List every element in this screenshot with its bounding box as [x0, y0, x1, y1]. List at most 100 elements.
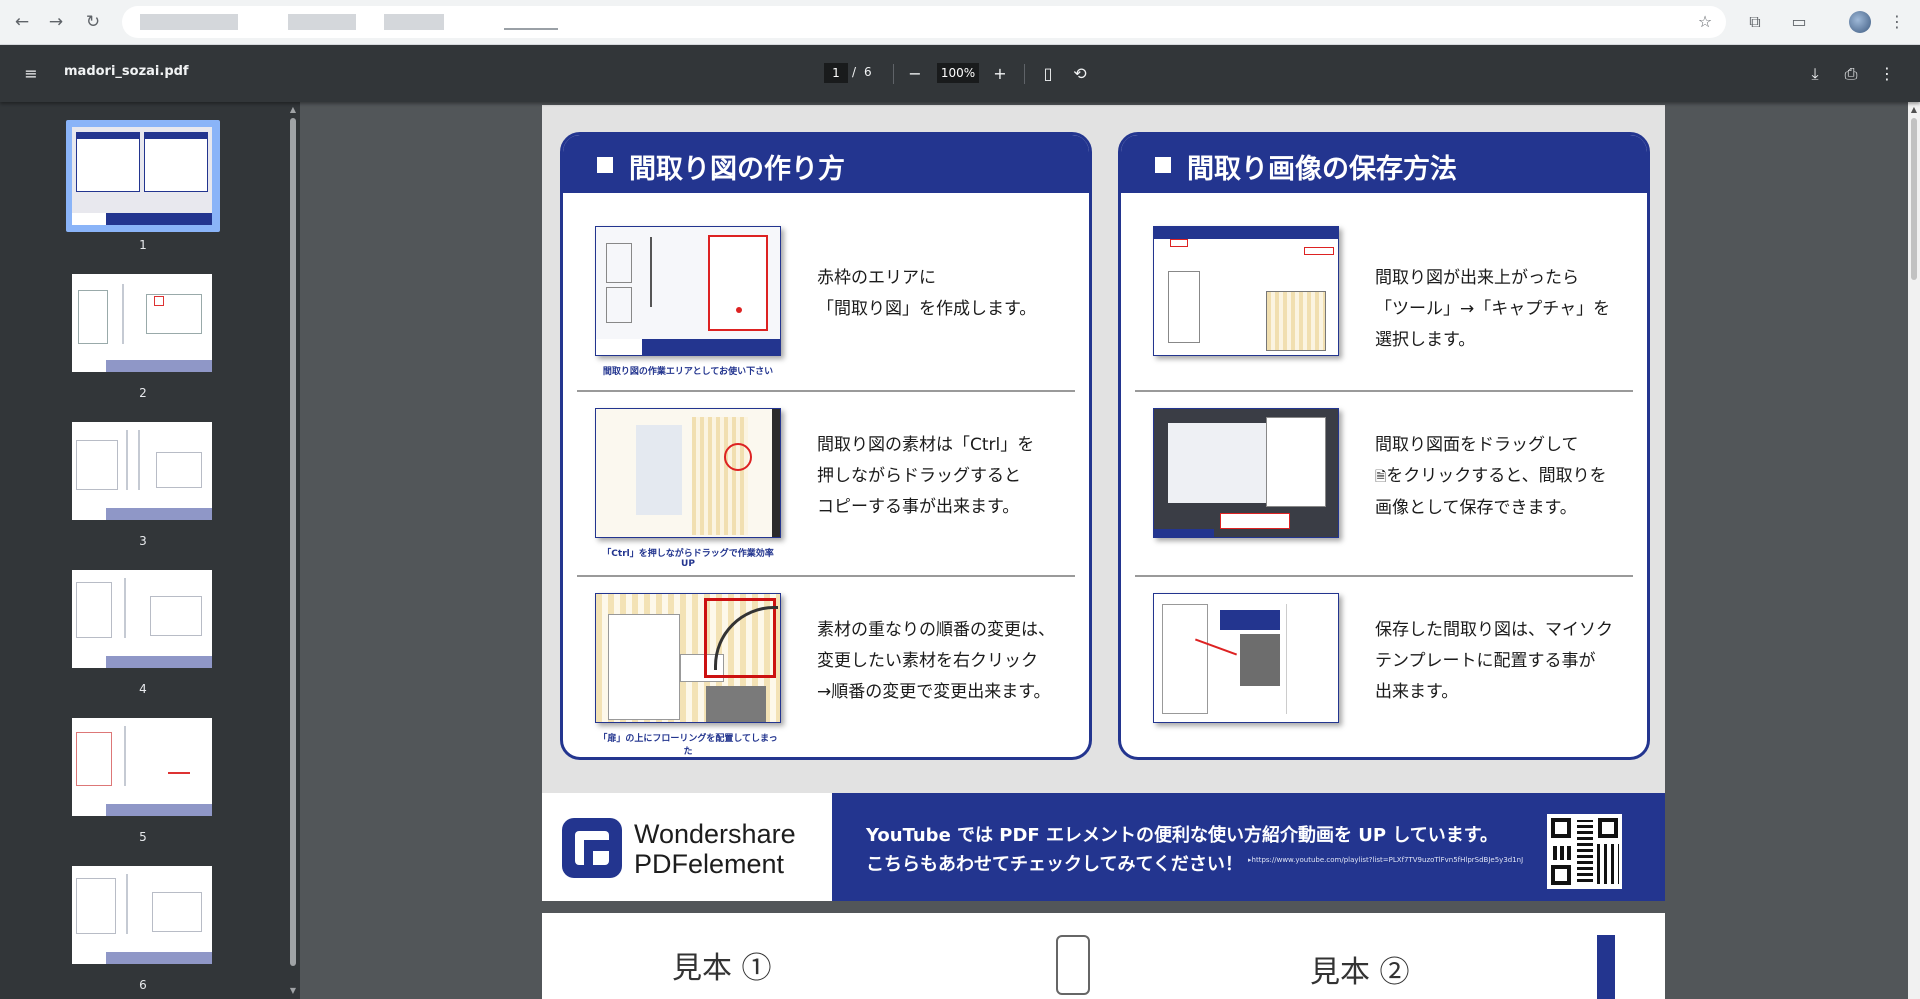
thumbnail-page-4[interactable]: 4	[66, 570, 220, 700]
redacted-url-segment	[140, 14, 238, 30]
step-caption: 「扉」の上にフローリングを配置してしまった	[598, 734, 778, 757]
star-icon[interactable]: ☆	[1692, 9, 1718, 35]
arrow-left-icon[interactable]: ←	[9, 9, 35, 35]
zoom-input[interactable]: 100%	[937, 63, 979, 83]
pdfelement-logo-icon	[562, 818, 622, 878]
sample-heading: 見本 ①	[672, 951, 772, 986]
pdf-toolbar: ≡ madori_sozai.pdf 1 / 6 − 100% + ▯ ⟲ ⤓ …	[0, 45, 1920, 102]
sidebar-scroll-thumb[interactable]	[290, 118, 296, 966]
decorative-bar	[1597, 935, 1615, 999]
more-vert-icon[interactable]: ⋮	[1884, 9, 1910, 35]
text-line: コピーする事が出来ます。	[817, 497, 1020, 517]
thumbnail-image	[72, 866, 212, 964]
thumbnail-page-1[interactable]: 1	[66, 120, 220, 260]
promo-footer: Wondershare PDFelement YouTube では PDF エレ…	[542, 793, 1665, 901]
main-scroll-thumb[interactable]	[1911, 118, 1917, 280]
step-3: 「扉」の上にフローリングを配置してしまった 素材の重なりの順番の変更は、 変更し…	[563, 563, 1089, 757]
text-line: 保存した間取り図は、マイソク	[1375, 620, 1613, 640]
redacted-url-segment	[288, 14, 356, 30]
thumbnail-page-6[interactable]: 6	[66, 866, 220, 996]
step-description: 赤枠のエリアに 「間取り図」を作成します。	[817, 263, 1036, 325]
square-bullet-icon	[597, 157, 613, 173]
thumbnail-image	[72, 718, 212, 816]
redacted-url-segment	[504, 28, 558, 30]
zoom-in-icon[interactable]: +	[987, 61, 1013, 87]
brand-name: Wondershare	[634, 819, 796, 849]
text-line-rest: をクリックすると、間取りを	[1386, 466, 1607, 486]
document-title: madori_sozai.pdf	[64, 64, 189, 79]
thumbnail-page-2[interactable]: 2	[66, 274, 220, 404]
panel-header: 間取り画像の保存方法	[1121, 135, 1647, 193]
step-description: 間取り図面をドラッグして 🗎をクリックすると、間取りを 画像として保存できます。	[1375, 430, 1607, 524]
zoom-out-icon[interactable]: −	[902, 61, 928, 87]
thumbnail-label: 4	[139, 682, 147, 696]
qr-code-icon	[1547, 814, 1622, 889]
print-icon[interactable]: ⎙	[1838, 61, 1864, 87]
text-line: →順番の変更で変更出来ます。	[817, 682, 1051, 702]
pdf-page-1: 間取り図の作り方 間取り図の作業エリアとしてお使い下さい 赤枠のエリアに 「間取…	[542, 105, 1665, 901]
square-bullet-icon	[1155, 157, 1171, 173]
thumbnail-sidebar: 1 2 3 4 5 6 ▲ ▼	[0, 102, 300, 999]
scroll-up-icon[interactable]: ▲	[1908, 104, 1920, 116]
reload-icon[interactable]: ↻	[80, 9, 106, 35]
toolbar-divider	[893, 64, 894, 84]
text-line: 画像として保存できます。	[1375, 498, 1577, 518]
thumbnail-image	[72, 274, 212, 372]
brand-logo-area: Wondershare PDFelement	[542, 793, 832, 901]
text-line: 間取り図面をドラッグして	[1375, 435, 1579, 455]
fixture-drawing	[1056, 935, 1090, 995]
avatar[interactable]	[1849, 11, 1871, 33]
download-icon[interactable]: ⤓	[1802, 61, 1828, 87]
page-number-input[interactable]: 1	[824, 63, 848, 83]
text-line: 素材の重なりの順番の変更は、	[817, 620, 1055, 640]
promo-text: こちらもあわせてチェックしてみてください！	[866, 854, 1243, 875]
step-1: 間取り図の作業エリアとしてお使い下さい 赤枠のエリアに 「間取り図」を作成します…	[563, 196, 1089, 381]
rotate-icon[interactable]: ⟲	[1067, 61, 1093, 87]
cast-icon[interactable]: ▭	[1786, 9, 1812, 35]
thumbnail-image	[72, 422, 212, 520]
step-2: 「Ctrl」を押しながらドラッグで作業効率 UP 間取り図の素材は「Ctrl」を…	[563, 378, 1089, 569]
more-options-icon[interactable]: ⋮	[1874, 61, 1900, 87]
text-line: 押しながらドラッグすると	[817, 466, 1021, 486]
panel-how-to-make: 間取り図の作り方 間取り図の作業エリアとしてお使い下さい 赤枠のエリアに 「間取…	[560, 132, 1092, 760]
youtube-link[interactable]: ▸https://www.youtube.com/playlist?list=P…	[1248, 856, 1523, 864]
text-line: 🗎をクリックすると、間取りを	[1375, 461, 1607, 493]
fit-page-icon[interactable]: ▯	[1035, 61, 1061, 87]
page-total: 6	[864, 65, 872, 79]
panel-title: 間取り図の作り方	[629, 154, 845, 185]
text-line: テンプレートに配置する事が	[1375, 651, 1596, 671]
panel-header: 間取り図の作り方	[563, 135, 1089, 193]
sidebar-scrollbar[interactable]: ▲ ▼	[287, 102, 299, 999]
thumbnail-label: 6	[139, 978, 147, 992]
screenshot-image	[595, 226, 781, 356]
thumbnail-page-5[interactable]: 5	[66, 718, 220, 848]
step-description: 保存した間取り図は、マイソク テンプレートに配置する事が 出来ます。	[1375, 615, 1613, 708]
promo-text: YouTube では PDF エレメントの便利な使い方紹介動画を UP していま…	[866, 825, 1498, 846]
arrow-right-icon[interactable]: →	[43, 9, 69, 35]
save-document-icon: 🗎	[1375, 469, 1387, 485]
step-description: 間取り図の素材は「Ctrl」を 押しながらドラッグすると コピーする事が出来ます…	[817, 430, 1034, 523]
step-description: 素材の重なりの順番の変更は、 変更したい素材を右クリック →順番の変更で変更出来…	[817, 615, 1055, 708]
menu-icon[interactable]: ≡	[18, 61, 44, 87]
address-bar[interactable]: ☆	[122, 6, 1726, 38]
pdf-page-2: 見本 ① 見本 ②	[542, 913, 1665, 999]
text-line: 「間取り図」を作成します。	[817, 299, 1037, 319]
thumbnail-label: 3	[139, 534, 147, 548]
step-description: 間取り図が出来上がったら 「ツール」→「キャプチャ」を 選択します。	[1375, 263, 1610, 356]
scroll-up-icon[interactable]: ▲	[287, 104, 299, 116]
text-line: 出来ます。	[1375, 682, 1459, 702]
puzzle-icon[interactable]: ⧉	[1742, 9, 1768, 35]
screenshot-image	[1153, 226, 1339, 356]
thumbnail-label: 5	[139, 830, 147, 844]
screenshot-image	[1153, 593, 1339, 723]
main-scrollbar[interactable]: ▲	[1908, 102, 1920, 999]
pdf-viewer: 間取り図の作り方 間取り図の作業エリアとしてお使い下さい 赤枠のエリアに 「間取…	[300, 102, 1908, 999]
thumbnail-label: 2	[139, 386, 147, 400]
panel-title: 間取り画像の保存方法	[1187, 154, 1457, 185]
product-name: PDFelement	[634, 849, 785, 879]
scroll-down-icon[interactable]: ▼	[287, 985, 299, 997]
thumbnail-page-3[interactable]: 3	[66, 422, 220, 552]
screenshot-image	[595, 593, 781, 723]
step-2: 間取り図面をドラッグして 🗎をクリックすると、間取りを 画像として保存できます。	[1121, 378, 1647, 563]
step-3: 保存した間取り図は、マイソク テンプレートに配置する事が 出来ます。	[1121, 563, 1647, 748]
